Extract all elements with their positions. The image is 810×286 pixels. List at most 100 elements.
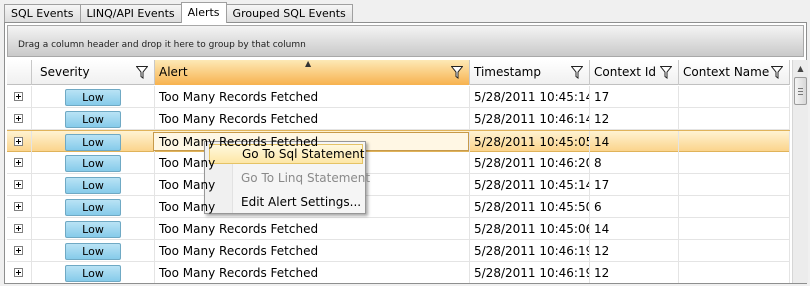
context-id-cell: 17 [590, 174, 679, 196]
timestamp-cell: 5/28/2011 10:45:14 A [470, 174, 590, 196]
scroll-grip [798, 94, 803, 95]
context-id-cell: 14 [590, 218, 679, 240]
filter-icon[interactable] [660, 66, 672, 79]
expander-cell [7, 152, 32, 174]
tab-sql-events[interactable]: SQL Events [4, 4, 81, 23]
plus-box-icon[interactable] [14, 180, 23, 189]
plus-box-icon[interactable] [14, 114, 23, 123]
severity-badge: Low [65, 89, 121, 106]
group-by-hint: Drag a column header and drop it here to… [18, 40, 306, 50]
context-id-cell: 12 [590, 240, 679, 262]
tab-alerts[interactable]: Alerts [180, 2, 227, 23]
expander-cell [7, 174, 32, 196]
column-header-timestamp[interactable]: Timestamp [470, 60, 590, 85]
table-row[interactable]: Low Too Many Records Fetched 5/28/2011 10:… [7, 262, 790, 283]
plus-box-icon[interactable] [14, 246, 23, 255]
context-name-cell [679, 86, 790, 108]
context-id-cell: 12 [590, 108, 679, 130]
timestamp-cell: 5/28/2011 10:45:06 A [470, 218, 590, 240]
vertical-scrollbar[interactable]: ▲ [792, 60, 808, 283]
severity-badge: Low [65, 199, 121, 216]
filter-icon[interactable] [771, 66, 783, 79]
alert-cell: Too Many [155, 196, 470, 218]
context-id-cell: 6 [590, 196, 679, 218]
plus-box-icon[interactable] [14, 92, 23, 101]
table-row[interactable]: Low Too Many5/28/2011 10:46:20 A8 [7, 152, 790, 174]
timestamp-cell: 5/28/2011 10:45:14 A [470, 86, 590, 108]
tab-linq-api-events[interactable]: LINQ/API Events [79, 4, 182, 23]
column-header-context-id-label: Context Id [594, 65, 656, 79]
alerts-grid: Severity ▲ Alert Timestamp Context Id Co… [7, 60, 790, 283]
table-row[interactable]: Low Too Many Records Fetched 5/28/2011 10:… [7, 130, 790, 153]
alert-cell: Too Many Records Fetched [155, 86, 470, 108]
column-header-timestamp-label: Timestamp [474, 65, 541, 79]
filter-icon[interactable] [571, 66, 583, 79]
alert-cell: Too Many Records Fetched [155, 218, 470, 240]
column-header-context-name[interactable]: Context Name [679, 60, 790, 85]
plus-box-icon[interactable] [14, 268, 23, 277]
table-row[interactable]: Low Too Many Records Fetched 5/28/2011 10:… [7, 108, 790, 130]
plus-box-icon[interactable] [14, 224, 23, 233]
alert-cell: Too Many [155, 152, 470, 174]
timestamp-cell: 5/28/2011 10:46:20 A [470, 152, 590, 174]
context-name-cell [679, 196, 790, 218]
scroll-grip [798, 88, 803, 89]
context-name-cell [679, 240, 790, 262]
context-id-cell: 17 [590, 86, 679, 108]
severity-badge: Low [65, 221, 121, 238]
filter-icon[interactable] [136, 66, 148, 79]
timestamp-cell: 5/28/2011 10:45:50 A [470, 196, 590, 218]
context-id-cell: 8 [590, 152, 679, 174]
alert-cell: Too Many Records Fetched [155, 240, 470, 262]
grid-header: Severity ▲ Alert Timestamp Context Id Co… [7, 60, 790, 85]
column-header-alert[interactable]: ▲ Alert [155, 60, 470, 85]
timestamp-cell: 5/28/2011 10:46:19 A [470, 240, 590, 262]
table-row[interactable]: Low Too Many5/28/2011 10:45:14 A17 [7, 174, 790, 196]
scroll-up-arrow-icon[interactable]: ▲ [793, 60, 808, 77]
context-name-cell [679, 174, 790, 196]
severity-badge: Low [65, 155, 121, 172]
alert-cell: Too Many [155, 174, 470, 196]
context-name-cell [679, 131, 790, 153]
context-name-cell [679, 152, 790, 174]
expander-cell [7, 196, 32, 218]
expander-cell [7, 86, 32, 108]
plus-box-icon[interactable] [14, 137, 23, 146]
alert-cell: Too Many Records Fetched [155, 131, 470, 153]
context-id-cell: 12 [590, 262, 679, 283]
column-header-context-name-label: Context Name [683, 65, 770, 79]
plus-box-icon[interactable] [14, 158, 23, 167]
column-header-context-id[interactable]: Context Id [590, 60, 679, 85]
alerts-panel: Drag a column header and drop it here to… [4, 22, 808, 284]
sort-ascending-icon: ▲ [305, 60, 312, 68]
group-by-panel[interactable]: Drag a column header and drop it here to… [7, 25, 804, 57]
tab-strip: SQL Events LINQ/API Events Alerts Groupe… [4, 2, 353, 23]
scroll-grip [798, 91, 803, 92]
table-row[interactable]: Low Too Many Records Fetched 5/28/2011 10:… [7, 240, 790, 262]
tab-grouped-sql-events[interactable]: Grouped SQL Events [225, 4, 353, 23]
expander-cell [7, 108, 32, 130]
column-header-severity-label: Severity [40, 65, 90, 79]
column-header-alert-label: Alert [159, 65, 188, 79]
timestamp-cell: 5/28/2011 10:46:14 A [470, 108, 590, 130]
expander-cell [7, 262, 32, 283]
expander-cell [7, 218, 32, 240]
alert-cell: Too Many Records Fetched [155, 108, 470, 130]
severity-badge: Low [65, 134, 121, 151]
expander-cell [7, 240, 32, 262]
timestamp-cell: 5/28/2011 10:45:05 A [470, 131, 590, 153]
alert-cell: Too Many Records Fetched [155, 262, 470, 283]
table-row[interactable]: Low Too Many Records Fetched 5/28/2011 10:… [7, 218, 790, 240]
plus-box-icon[interactable] [14, 202, 23, 211]
table-row[interactable]: Low Too Many5/28/2011 10:45:50 A6 [7, 196, 790, 218]
table-row[interactable]: Low Too Many Records Fetched 5/28/2011 10:… [7, 86, 790, 108]
filter-icon[interactable] [451, 66, 463, 79]
scroll-thumb[interactable] [794, 77, 807, 105]
column-header-severity[interactable]: Severity [32, 60, 155, 85]
expander-column-header [7, 60, 32, 85]
context-name-cell [679, 108, 790, 130]
severity-badge: Low [65, 111, 121, 128]
severity-badge: Low [65, 177, 121, 194]
context-name-cell [679, 262, 790, 283]
timestamp-cell: 5/28/2011 10:46:19 A [470, 262, 590, 283]
